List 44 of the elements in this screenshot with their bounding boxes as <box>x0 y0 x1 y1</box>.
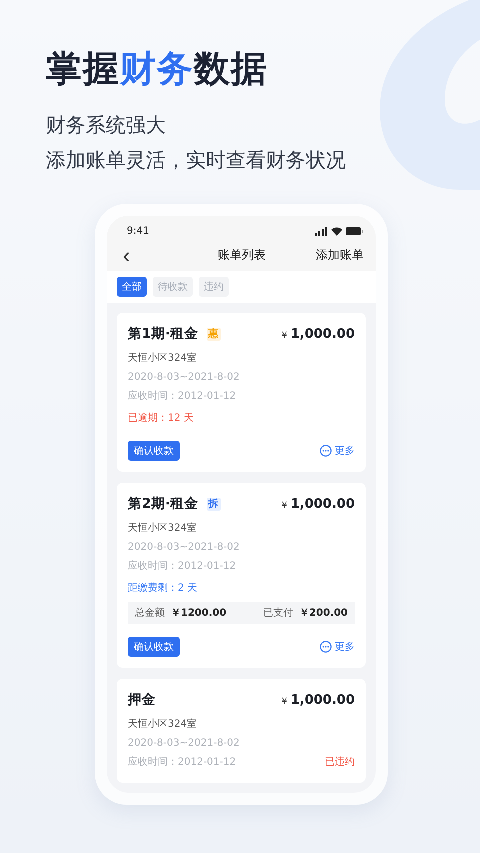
bill-period: 2020-8-03~2021-8-02 <box>128 371 241 385</box>
bill-address: 天恒小区324室 <box>128 352 198 366</box>
more-icon <box>320 445 332 457</box>
bill-amount: 1,000.00 <box>290 326 355 342</box>
filter-tab[interactable]: 全部 <box>117 277 147 297</box>
total-label: 总金额 <box>135 606 165 620</box>
bill-amount: 1,000.00 <box>290 692 355 708</box>
back-button[interactable]: ‹ <box>119 244 134 267</box>
currency-sign: ￥ <box>280 500 289 512</box>
bill-period: 2020-8-03~2021-8-02 <box>128 541 241 555</box>
bill-amount: 1,000.00 <box>290 496 355 512</box>
battery-icon <box>346 227 364 236</box>
confirm-button[interactable]: 确认收款 <box>128 441 180 461</box>
bill-status: 已逾期：12 天 <box>128 413 194 424</box>
screen-title: 账单列表 <box>218 247 266 264</box>
confirm-button[interactable]: 确认收款 <box>128 637 180 657</box>
bill-tag: 惠 <box>206 328 221 340</box>
bill-status: 距缴费剩：2 天 <box>128 583 198 594</box>
bill-tag: 拆 <box>206 498 221 510</box>
bill-address: 天恒小区324室 <box>128 522 198 536</box>
currency-sign: ￥ <box>280 330 289 342</box>
status-time: 9:41 <box>127 226 150 238</box>
bill-title: 押金 <box>128 691 156 709</box>
total-amount: ￥1200.00 <box>171 607 227 620</box>
bill-status: 已违约 <box>325 756 355 770</box>
bill-title: 第1期·租金 <box>128 325 199 343</box>
bill-title: 第2期·租金 <box>128 495 199 513</box>
due-date: 应收时间：2012-01-12 <box>128 390 236 404</box>
currency-sign: ￥ <box>280 696 289 708</box>
bill-period: 2020-8-03~2021-8-02 <box>128 737 241 751</box>
more-button[interactable]: 更多 <box>320 640 355 654</box>
bill-address: 天恒小区324室 <box>128 718 198 732</box>
headline: 掌握财务数据 <box>45 48 269 92</box>
add-bill-button[interactable]: 添加账单 <box>316 247 364 264</box>
subtitle: 添加账单灵活，实时查看财务状况 <box>46 147 347 174</box>
paid-amount: ￥200.00 <box>299 607 348 620</box>
more-icon <box>320 641 332 653</box>
more-button[interactable]: 更多 <box>320 444 355 458</box>
due-date: 应收时间：2012-01-12 <box>128 560 236 574</box>
due-date: 应收时间：2012-01-12 <box>128 756 236 770</box>
subtitle: 财务系统强大 <box>46 112 167 139</box>
wifi-icon <box>331 227 343 236</box>
paid-label: 已支付 <box>263 606 294 620</box>
signal-icon <box>315 227 328 236</box>
